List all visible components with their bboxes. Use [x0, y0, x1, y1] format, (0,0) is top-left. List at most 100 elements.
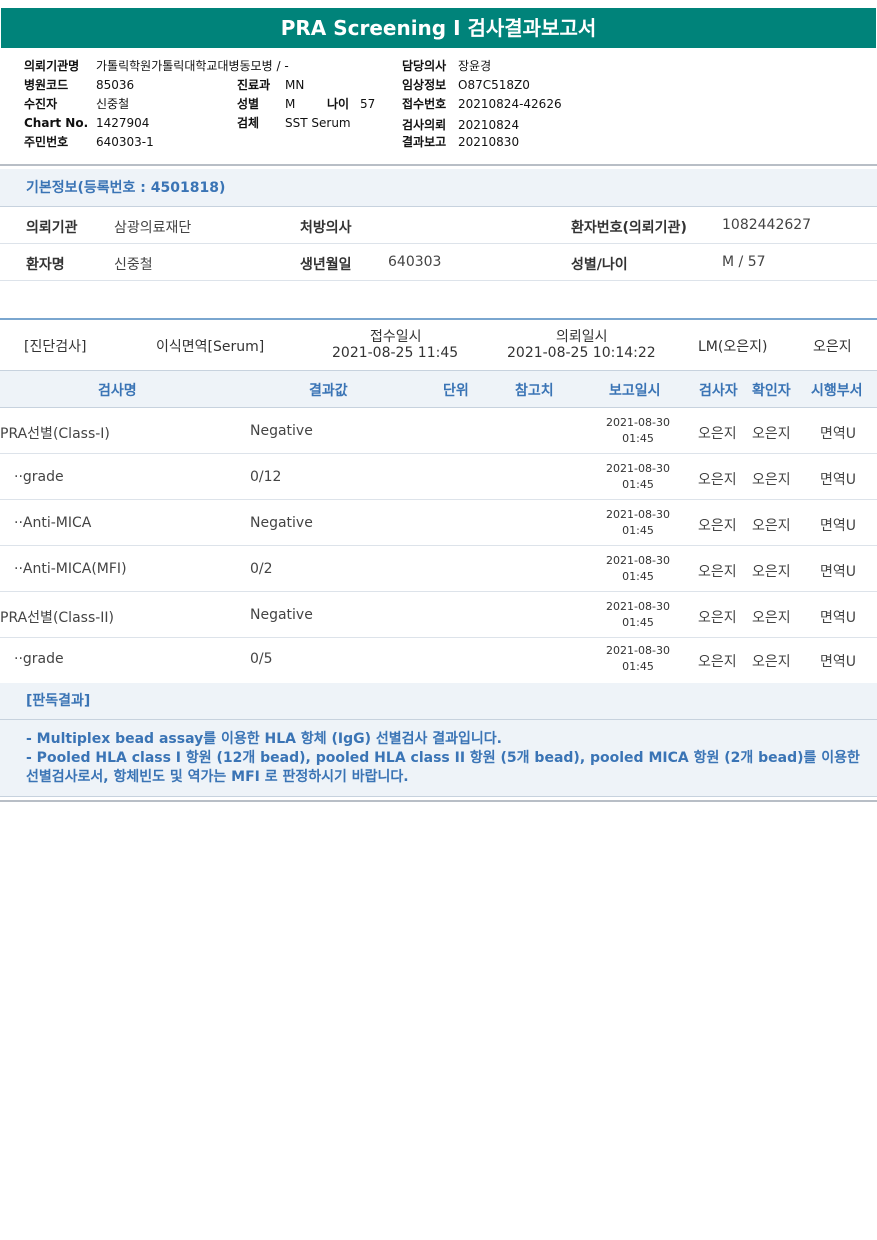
- birth-value: 640303: [388, 254, 442, 270]
- report-datetime: 2021-08-30 01:45: [598, 643, 678, 675]
- patient-no-value: 1082442627: [722, 217, 812, 233]
- test-name: PRA선별(Class-I): [0, 426, 110, 442]
- chart-field: Chart No. 1427904: [24, 116, 150, 130]
- table-header: 검사명 결과값 단위 참고치 보고일시 검사자 확인자 시행부서: [0, 371, 877, 408]
- report-date-field: 결과보고 20210830: [402, 135, 520, 149]
- report-datetime: 2021-08-30 01:45: [598, 553, 678, 585]
- report-title: PRA Screening I 검사결과보고서: [1, 8, 876, 48]
- test-name: ··grade: [14, 469, 64, 485]
- report-time: 01:45: [622, 616, 654, 629]
- report-time: 01:45: [622, 432, 654, 445]
- report-datetime: 2021-08-30 01:45: [598, 507, 678, 539]
- diagnosis-test: 이식면역[Serum]: [156, 339, 265, 355]
- req-org-value: 삼광의료재단: [114, 220, 192, 236]
- report-date: 2021-08-30: [606, 644, 670, 657]
- divider: [0, 800, 877, 802]
- report-date: 2021-08-30: [606, 508, 670, 521]
- lab-person: 오은지: [813, 339, 852, 355]
- test-name: ··Anti-MICA: [14, 515, 92, 531]
- col-report-date: 보고일시: [609, 383, 661, 399]
- col-test-name: 검사명: [98, 383, 137, 399]
- col-result: 결과값: [309, 383, 348, 399]
- request-field: 검사의뢰 20210824: [402, 118, 520, 132]
- requested-value: 2021-08-25 10:14:22: [507, 345, 656, 361]
- report-time: 01:45: [622, 478, 654, 491]
- receipt-field: 접수번호 20210824-42626: [402, 97, 562, 111]
- basic-info-row-2: 환자명 신중철 생년월일 640303 성별/나이 M / 57: [0, 244, 877, 281]
- requested-label: 의뢰일시: [556, 329, 608, 345]
- test-name: ··grade: [14, 651, 64, 667]
- tester: 오은지: [698, 518, 737, 534]
- result-value: 0/2: [250, 561, 273, 577]
- tester: 오은지: [698, 654, 737, 670]
- report-date: 2021-08-30: [606, 462, 670, 475]
- patient-name-label: 환자명: [26, 257, 65, 273]
- tester: 오은지: [698, 472, 737, 488]
- result-value: Negative: [250, 515, 313, 531]
- specimen-field: 검체 SST Serum: [237, 116, 351, 130]
- divider: [0, 164, 877, 166]
- diagnosis-row: [진단검사] 이식면역[Serum] 접수일시 2021-08-25 11:45…: [0, 320, 877, 370]
- birth-label: 생년월일: [300, 257, 352, 273]
- interpretation-line-1: - Multiplex bead assay를 이용한 HLA 항체 (IgG)…: [26, 731, 502, 747]
- checker: 오은지: [752, 564, 791, 580]
- table-row: ··Anti-MICA Negative 2021-08-30 01:45 오은지…: [0, 500, 877, 546]
- basic-info-row-1: 의뢰기관 삼광의료재단 처방의사 환자번호(의뢰기관) 1082442627: [0, 207, 877, 244]
- checker: 오은지: [752, 518, 791, 534]
- test-name: PRA선별(Class-II): [0, 610, 115, 626]
- sex-field: 성별 M 나이 57: [237, 97, 376, 111]
- report-datetime: 2021-08-30 01:45: [598, 599, 678, 631]
- dept: 면역U: [820, 426, 857, 442]
- checker: 오은지: [752, 610, 791, 626]
- received-label: 접수일시: [370, 329, 422, 345]
- lab-name: LM(오은지): [698, 339, 768, 355]
- dept-field: 진료과 MN: [237, 78, 305, 92]
- divider: [0, 796, 877, 797]
- doctor-field: 담당의사 장윤경: [402, 59, 492, 73]
- clinical-field: 임상정보 O87C518Z0: [402, 78, 530, 92]
- result-value: Negative: [250, 423, 313, 439]
- col-checker: 확인자: [752, 383, 791, 399]
- checker: 오은지: [752, 654, 791, 670]
- receiver-field: 수진자 신중철: [24, 97, 130, 111]
- checker: 오은지: [752, 472, 791, 488]
- report-date: 2021-08-30: [606, 416, 670, 429]
- prescriber-label: 처방의사: [300, 220, 352, 236]
- result-value: 0/12: [250, 469, 282, 485]
- resident-field: 주민번호 640303-1: [24, 135, 154, 149]
- result-value: Negative: [250, 607, 313, 623]
- report-date: 2021-08-30: [606, 600, 670, 613]
- checker: 오은지: [752, 426, 791, 442]
- basic-info-title: 기본정보(등록번호 : 4501818): [0, 169, 877, 207]
- report-date: 2021-08-30: [606, 554, 670, 567]
- col-reference: 참고치: [515, 383, 554, 399]
- col-tester: 검사자: [699, 383, 738, 399]
- interpretation-title: [판독결과]: [0, 683, 877, 719]
- report-datetime: 2021-08-30 01:45: [598, 415, 678, 447]
- table-row: ··grade 0/5 2021-08-30 01:45 오은지 오은지 면역U: [0, 638, 877, 684]
- table-row: PRA선별(Class-I) Negative 2021-08-30 01:45 …: [0, 408, 877, 454]
- table-row: ··grade 0/12 2021-08-30 01:45 오은지 오은지 면역U: [0, 454, 877, 500]
- col-dept: 시행부서: [811, 383, 863, 399]
- sex-age-value: M / 57: [722, 254, 766, 270]
- dept: 면역U: [820, 610, 857, 626]
- report-time: 01:45: [622, 570, 654, 583]
- report-datetime: 2021-08-30 01:45: [598, 461, 678, 493]
- test-name: ··Anti-MICA(MFI): [14, 561, 127, 577]
- table-row: PRA선별(Class-II) Negative 2021-08-30 01:45…: [0, 592, 877, 638]
- hospital-code-field: 병원코드 85036: [24, 78, 135, 92]
- req-org-label: 의뢰기관: [26, 220, 78, 236]
- diagnosis-category: [진단검사]: [24, 339, 87, 355]
- dept: 면역U: [820, 472, 857, 488]
- report-time: 01:45: [622, 660, 654, 673]
- received-value: 2021-08-25 11:45: [332, 345, 459, 361]
- dept: 면역U: [820, 654, 857, 670]
- interpretation-line-2: - Pooled HLA class I 항원 (12개 bead), pool…: [26, 750, 860, 785]
- patient-name-value: 신중철: [114, 257, 153, 273]
- interpretation-text: - Multiplex bead assay를 이용한 HLA 항체 (IgG)…: [0, 720, 877, 796]
- dept: 면역U: [820, 564, 857, 580]
- patient-no-label: 환자번호(의뢰기관): [571, 220, 687, 236]
- tester: 오은지: [698, 610, 737, 626]
- sex-age-label: 성별/나이: [571, 257, 628, 273]
- report-time: 01:45: [622, 524, 654, 537]
